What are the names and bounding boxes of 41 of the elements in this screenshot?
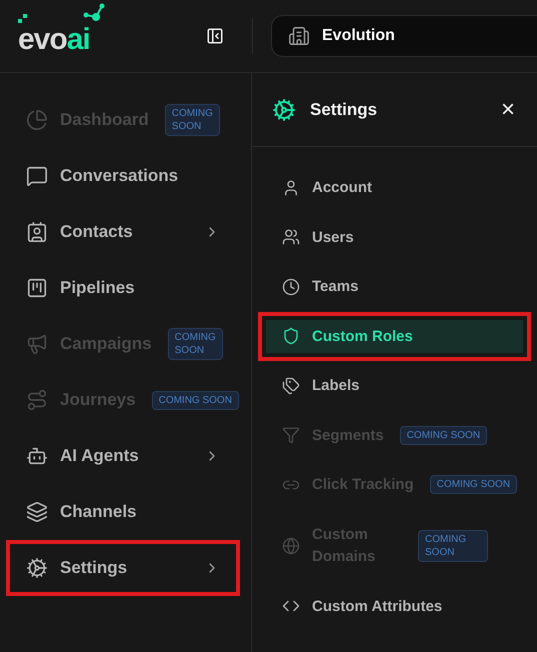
coming-soon-badge: COMING SOON (418, 530, 488, 562)
coming-soon-badge: COMING SOON (168, 328, 223, 360)
settings-icon (272, 98, 296, 122)
sidebar-item[interactable]: Channels (6, 484, 240, 540)
shield-icon (282, 327, 300, 346)
kanban-board-icon (26, 277, 48, 299)
collapse-sidebar-button[interactable] (206, 27, 224, 45)
settings-menu-item[interactable]: Teams (258, 262, 531, 312)
person-icon (282, 178, 300, 197)
coming-soon-badge: COMING SOON (400, 426, 488, 445)
layers-icon (26, 501, 48, 523)
chat-bubble-icon (26, 165, 48, 187)
workspace-selector[interactable]: Evolution (271, 15, 537, 57)
settings-menu-item[interactable]: Account (258, 163, 531, 212)
sidebar-item[interactable]: Settings (6, 540, 240, 596)
megaphone-icon (26, 333, 48, 355)
coming-soon-badge: COMING SOON (164, 104, 220, 136)
settings-menu-item[interactable]: Labels (258, 361, 531, 410)
building-icon (288, 25, 310, 47)
logo: evoai (18, 17, 90, 55)
sidebar-item[interactable]: Pipelines (6, 260, 240, 316)
close-button[interactable]: × (500, 98, 515, 122)
sidebar-item[interactable]: Contacts (6, 204, 240, 260)
globe-icon (282, 536, 300, 554)
settings-menu-item[interactable]: Custom Roles (258, 312, 531, 361)
coming-soon-badge: COMING SOON (430, 475, 518, 494)
tags-icon (282, 376, 300, 395)
settings-menu-item[interactable]: Custom Attributes (258, 582, 531, 631)
route-icon (26, 389, 48, 411)
sidebar-item[interactable]: AI Agents (6, 428, 240, 484)
clock-icon (282, 278, 300, 296)
settings-menu-item[interactable]: Users (258, 212, 531, 262)
panel-title: Settings (310, 100, 378, 120)
people-icon (282, 228, 300, 246)
settings-icon (26, 557, 48, 579)
pie-chart-icon (26, 109, 48, 131)
sidebar-item[interactable]: Conversations (6, 148, 240, 204)
filter-icon (282, 426, 300, 444)
contact-card-icon (26, 221, 48, 243)
robot-icon (26, 445, 48, 467)
coming-soon-badge: COMING SOON (152, 390, 239, 410)
